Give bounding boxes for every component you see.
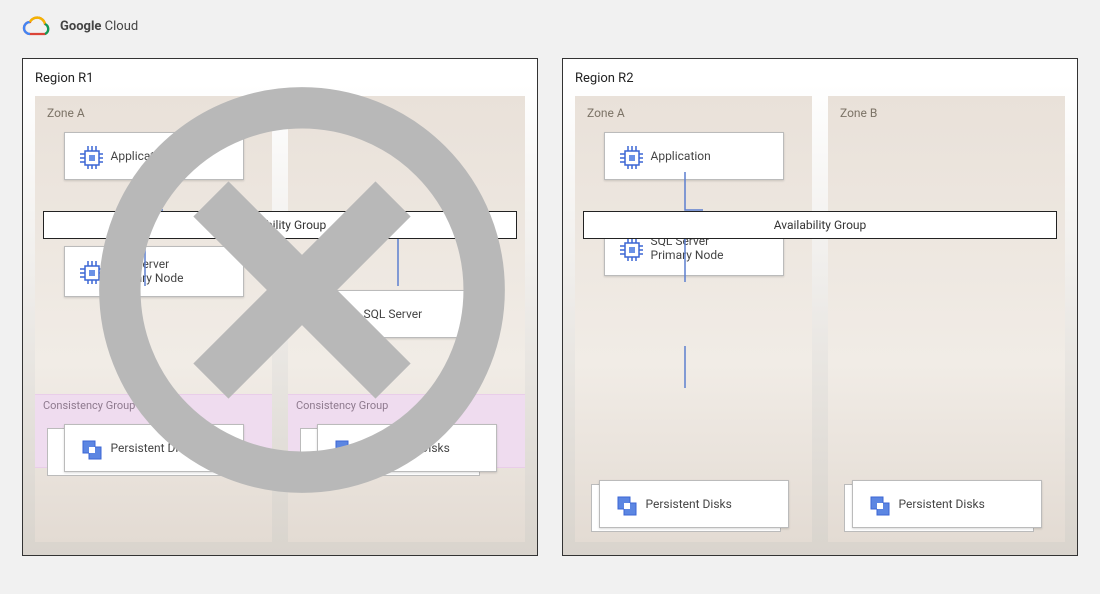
r2-zone-b: Zone B Persistent Disks: [828, 96, 1065, 542]
persistent-disks-r1b-label: Persistent Disks: [364, 441, 450, 455]
availability-group-r1: Availability Group: [43, 211, 517, 239]
consistency-group-r1a-label: Consistency Group: [43, 399, 264, 412]
compute-engine-icon: [77, 258, 103, 284]
region-r2-title: Region R2: [575, 71, 1065, 86]
diagram-canvas: Region R1 Availability Group Zone A Appl…: [22, 58, 1078, 556]
r2-zone-b-title: Zone B: [840, 106, 1053, 120]
compute-engine-icon: [77, 143, 103, 169]
compute-engine-icon: [330, 301, 356, 327]
consistency-group-r1b: Consistency Group Persistent Disks: [288, 394, 525, 468]
persistent-disk-icon: [865, 491, 891, 517]
google-cloud-logo-icon: [22, 14, 52, 38]
sql-server-r1b-label: SQL Server: [364, 307, 423, 321]
brand-text: Google Cloud: [60, 19, 138, 34]
arrow-r2a-sql-to-pd: [675, 346, 695, 398]
persistent-disks-r2b: Persistent Disks: [852, 480, 1042, 528]
availability-group-r2-label: Availability Group: [774, 218, 867, 232]
r2-zone-a-title: Zone A: [587, 106, 800, 120]
persistent-disks-r2a: Persistent Disks: [599, 480, 789, 528]
region-r1: Region R1 Availability Group Zone A Appl…: [22, 58, 538, 556]
header: Google Cloud: [22, 14, 1078, 38]
consistency-group-r1b-label: Consistency Group: [296, 399, 517, 412]
r1-zone-a-title: Zone A: [47, 106, 260, 120]
availability-group-r2: Availability Group: [583, 211, 1057, 239]
arrow-r2a-ag-to-sql: [675, 236, 695, 292]
application-node-r1a-label: Application: [111, 149, 171, 163]
r1-zone-b-title: Zone B: [300, 106, 513, 120]
region-r1-title: Region R1: [35, 71, 525, 86]
consistency-group-r1a: Consistency Group Persistent Disks: [35, 394, 272, 468]
compute-engine-icon: [617, 143, 643, 169]
application-node-r2a-label: Application: [651, 149, 711, 163]
persistent-disks-r2a-label: Persistent Disks: [646, 497, 732, 511]
persistent-disks-r1b: Persistent Disks: [317, 424, 497, 472]
r1-zone-b: Zone B SQL Server Consistency Group: [288, 96, 525, 542]
sql-server-r1b: SQL Server: [317, 290, 497, 338]
region-r2: Region R2 Availability Group Zone A Appl…: [562, 58, 1078, 556]
r2-zone-a: Zone A Application SQL Server Primary No…: [575, 96, 812, 542]
r1-zone-a: Zone A Application SQL Server Primary No…: [35, 96, 272, 542]
persistent-disks-r1a: Persistent Disks: [64, 424, 244, 472]
persistent-disk-icon: [330, 435, 356, 461]
arrow-r1b-ag-to-sql: [388, 236, 408, 296]
persistent-disks-r2b-label: Persistent Disks: [899, 497, 985, 511]
availability-group-r1-label: Availability Group: [234, 218, 327, 232]
arrow-r1a-ag-to-sql: [135, 236, 155, 296]
persistent-disks-r1a-label: Persistent Disks: [111, 441, 197, 455]
persistent-disk-icon: [77, 435, 103, 461]
persistent-disk-icon: [612, 491, 638, 517]
